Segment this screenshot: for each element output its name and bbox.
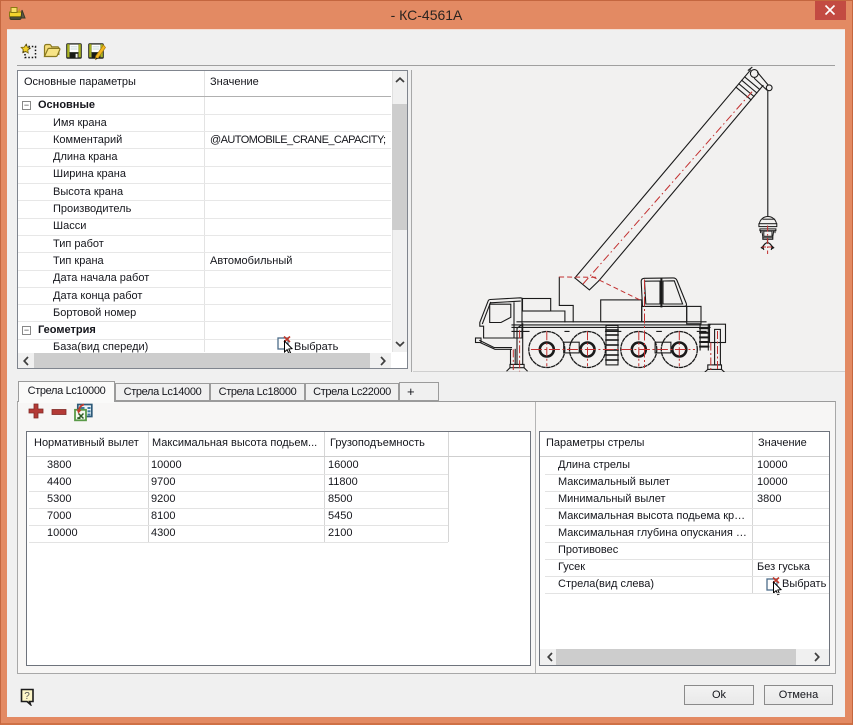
svg-text:?: ? [24, 691, 30, 702]
